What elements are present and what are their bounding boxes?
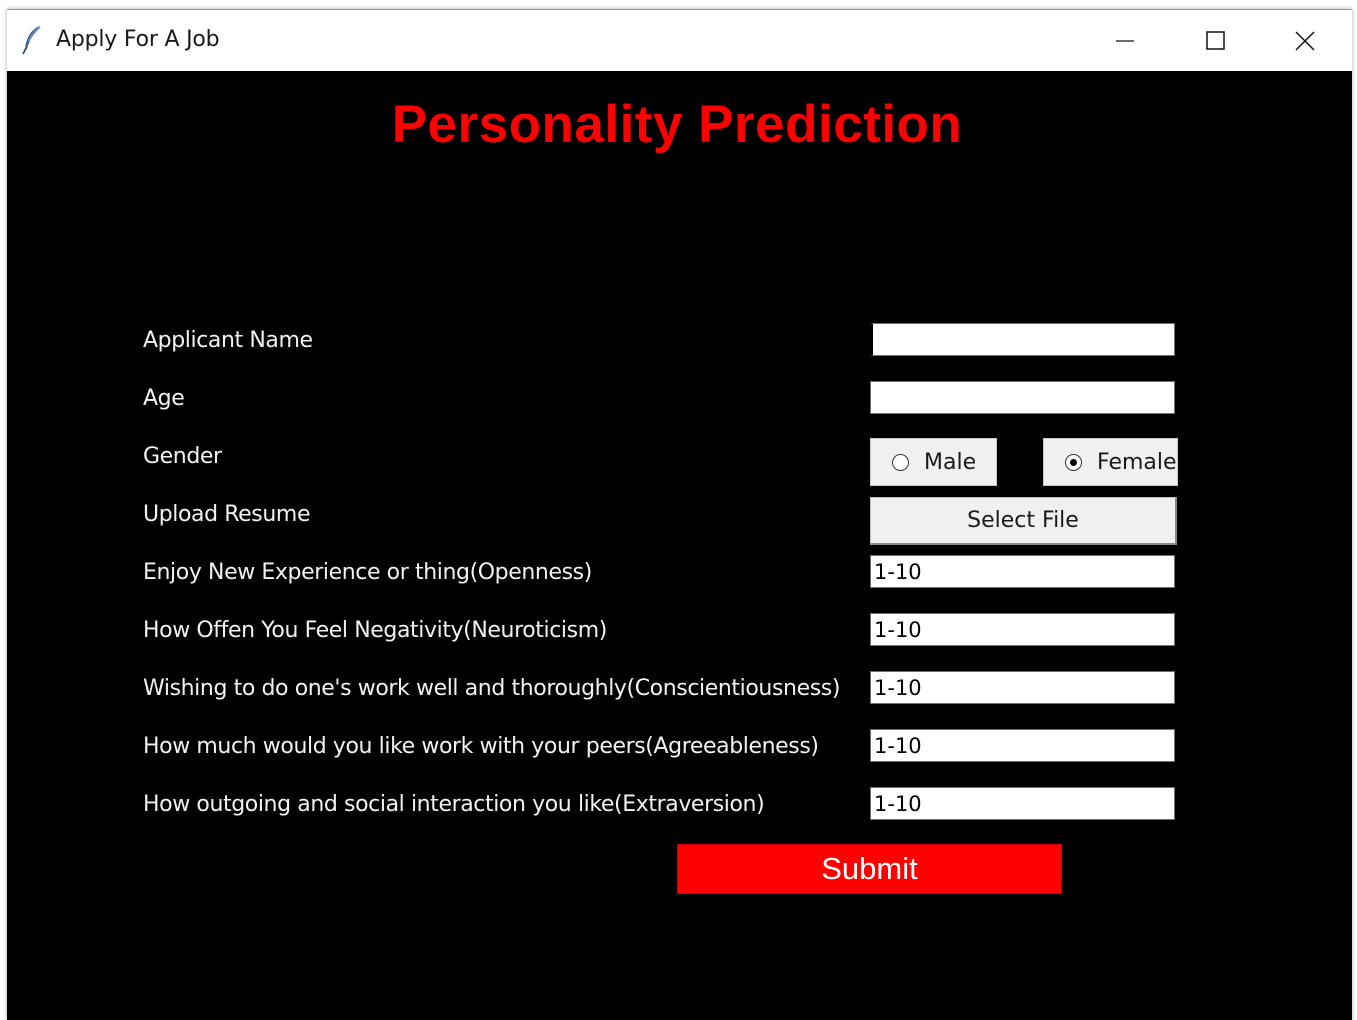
radio-checked-icon	[1065, 453, 1082, 471]
age-input[interactable]	[870, 381, 1175, 414]
app-window: Apply For A Job Personality Prediction A…	[7, 9, 1352, 1020]
neuroticism-input[interactable]	[870, 613, 1175, 646]
gender-option-female-label: Female	[1097, 449, 1177, 475]
extraversion-input[interactable]	[870, 787, 1175, 820]
close-icon	[1295, 30, 1315, 51]
select-file-button[interactable]: Select File	[870, 497, 1177, 545]
gender-radio-female[interactable]: Female	[1043, 438, 1178, 486]
submit-button[interactable]: Submit	[677, 844, 1062, 894]
page-title: Personality Prediction	[391, 95, 963, 154]
radio-unchecked-icon	[892, 453, 909, 471]
openness-input[interactable]	[870, 555, 1175, 588]
feather-icon	[21, 25, 43, 55]
maximize-icon	[1205, 31, 1225, 50]
applicant-name-input[interactable]	[870, 323, 1175, 356]
agreeableness-label: How much would you like work with your p…	[143, 734, 819, 759]
gender-label: Gender	[143, 444, 222, 469]
conscientiousness-label: Wishing to do one's work well and thorou…	[143, 676, 841, 701]
window-title: Apply For A Job	[56, 27, 220, 52]
extraversion-label: How outgoing and social interaction you …	[143, 792, 765, 817]
applicant-name-label: Applicant Name	[143, 328, 313, 353]
minimize-icon	[1116, 39, 1134, 42]
gender-option-male-label: Male	[924, 449, 977, 475]
gender-radio-male[interactable]: Male	[870, 438, 997, 486]
openness-label: Enjoy New Experience or thing(Openness)	[143, 560, 592, 585]
conscientiousness-input[interactable]	[870, 671, 1175, 704]
upload-resume-label: Upload Resume	[143, 502, 311, 527]
agreeableness-input[interactable]	[870, 729, 1175, 762]
title-bar[interactable]: Apply For A Job	[7, 10, 1352, 71]
maximize-button[interactable]	[1170, 10, 1260, 71]
close-button[interactable]	[1260, 10, 1350, 71]
age-label: Age	[143, 386, 185, 411]
minimize-button[interactable]	[1080, 10, 1170, 71]
neuroticism-label: How Offen You Feel Negativity(Neuroticis…	[143, 618, 607, 643]
